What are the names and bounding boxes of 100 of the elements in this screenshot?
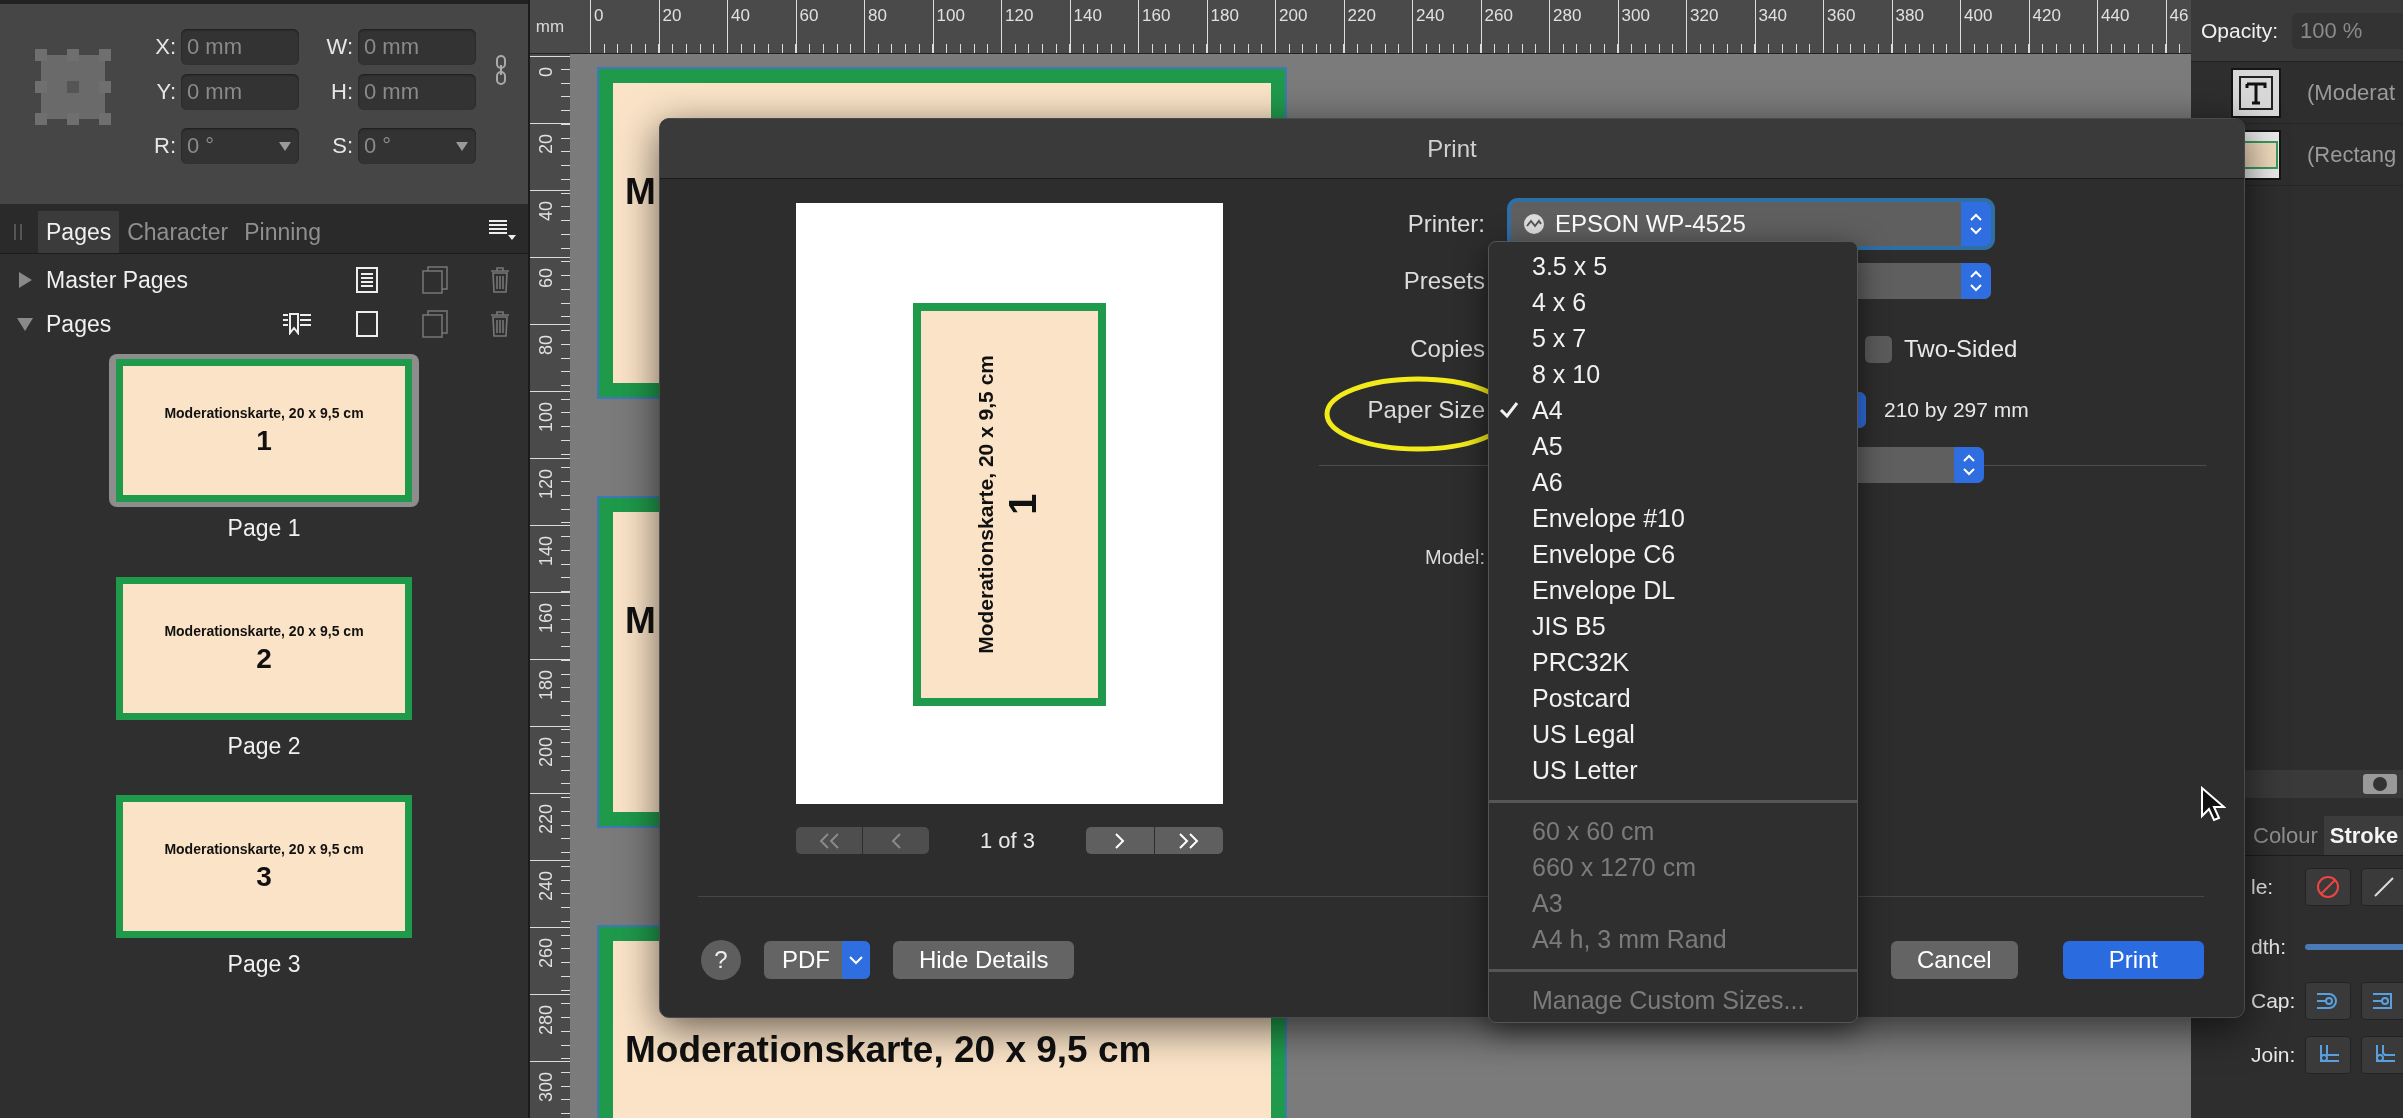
section-label[interactable]: Pages [46,310,270,338]
field-label: X: [154,34,176,60]
menu-item[interactable]: Postcard [1489,680,1857,716]
slider-track[interactable] [2305,944,2403,950]
panel-tab[interactable]: Character [119,211,237,253]
ruler-number: 220 [1347,6,1376,25]
hide-details-button[interactable]: Hide Details [893,941,1075,979]
expanded-triangle-icon[interactable] [16,315,34,333]
help-button[interactable]: ? [701,940,741,980]
card-number: 1 [1002,493,1045,516]
print-button[interactable]: Print [2062,941,2204,979]
solid-line-button[interactable] [2361,868,2403,906]
field-label: Presets [1403,267,1485,295]
card-title: M [625,600,656,641]
no-stroke-button[interactable] [2305,868,2351,906]
menu-item[interactable]: 3.5 x 5 [1489,248,1857,284]
menu-item[interactable]: JIS B5 [1489,608,1857,644]
cap-style-button[interactable] [2305,982,2351,1020]
card-number: 3 [256,860,272,893]
cap-style-button[interactable] [2361,982,2403,1020]
menu-item[interactable]: 5 x 7 [1489,320,1857,356]
panel-tab[interactable]: Pinning [236,211,329,253]
field-label: Model: [1424,545,1485,569]
dropdown-field[interactable]: 0 ° [358,128,476,164]
join-style-button[interactable] [2361,1036,2403,1074]
menu-item[interactable]: Envelope #10 [1489,500,1857,536]
menu-icon[interactable] [488,219,516,241]
ruler-number: 440 [2101,6,2130,25]
join-style-button[interactable] [2305,1036,2351,1074]
ruler-number: 200 [536,737,557,768]
dropdown-field[interactable]: 0 ° [181,128,299,164]
input-field[interactable]: 0 mm [358,29,476,65]
field-label: Copies [1410,335,1485,363]
menu-item[interactable]: US Legal [1489,716,1857,752]
ruler-number: 120 [1005,6,1034,25]
field-label: H: [330,79,353,105]
ruler-number: 360 [1827,6,1856,25]
section-label[interactable]: Master Pages [46,266,344,294]
bookmark-icon[interactable] [282,313,312,335]
opacity-field[interactable]: 100 % [2292,12,2403,49]
layer-name[interactable]: (Moderat [2307,79,2396,106]
input-field[interactable]: 0 mm [358,74,476,110]
toggle-icon[interactable] [2363,774,2397,794]
page-label: Page 1 [227,515,301,542]
layer-name[interactable]: (Rectang [2307,141,2397,168]
menu-item[interactable]: A4 [1489,392,1857,428]
field-label: W: [325,34,353,60]
opacity-label: Opacity: [2201,18,2279,43]
menu-item[interactable]: Envelope DL [1489,572,1857,608]
dialog-title: Print [1427,134,1477,163]
panel-tab[interactable]: Pages [38,211,120,253]
menu-item[interactable]: US Letter [1489,752,1857,788]
ruler-number: 100 [536,402,557,433]
menu-item[interactable]: A6 [1489,464,1857,500]
collapsed-triangle-icon[interactable] [16,271,34,289]
pdf-menu-button[interactable]: PDF [764,941,870,979]
ruler-number: 120 [536,469,557,500]
ruler-number: 300 [536,1072,557,1103]
up-down-chevron-icon [1968,211,1984,237]
ruler-number: 240 [536,871,557,902]
trash-icon[interactable] [490,311,510,337]
duplicate-icon[interactable] [422,266,448,294]
last-page-button[interactable] [1155,827,1223,854]
link-icon[interactable] [495,54,507,85]
menu-item[interactable]: 4 x 6 [1489,284,1857,320]
ruler-number: 46 [2169,6,2189,25]
ruler-number: 160 [1142,6,1171,25]
checkbox-label[interactable]: Two-Sided [1904,335,2018,363]
cancel-button[interactable]: Cancel [1890,941,2018,979]
menu-item[interactable]: 8 x 10 [1489,356,1857,392]
caret-icon [456,141,468,151]
ruler-number: 340 [1758,6,1787,25]
ruler-number: 40 [731,6,750,25]
duplicate-icon[interactable] [422,310,448,338]
input-field[interactable]: 0 mm [181,29,299,65]
input-field[interactable]: 0 mm [181,74,299,110]
ruler-number: 400 [1964,6,1993,25]
ruler-number: 320 [1690,6,1719,25]
panel-tab[interactable]: Stroke [2323,816,2403,855]
page-icon[interactable] [356,267,378,293]
trash-icon[interactable] [490,267,510,293]
panel-tab[interactable]: Colour [2247,816,2324,855]
cursor-icon [2200,786,2226,822]
field-label: Paper Size [1367,396,1485,424]
menu-item[interactable]: A5 [1489,428,1857,464]
menu-item[interactable]: Envelope C6 [1489,536,1857,572]
page-icon[interactable] [356,311,378,337]
next-page-button[interactable] [1086,827,1154,854]
field-label: R: [153,133,176,159]
page-label: Page 3 [227,951,301,978]
checkbox[interactable] [1865,335,1892,363]
menu-item[interactable]: PRC32K [1489,644,1857,680]
chevron-left-icon [890,832,902,849]
ruler-number: 160 [536,603,557,634]
ruler-number: 40 [536,201,557,222]
ruler-number: 280 [536,1005,557,1036]
card-title: Moderationskarte, 20 x 9,5 cm [625,1029,1152,1070]
ruler-number: 260 [1484,6,1513,25]
field-label: S: [331,133,353,159]
ruler-number: 220 [536,804,557,835]
